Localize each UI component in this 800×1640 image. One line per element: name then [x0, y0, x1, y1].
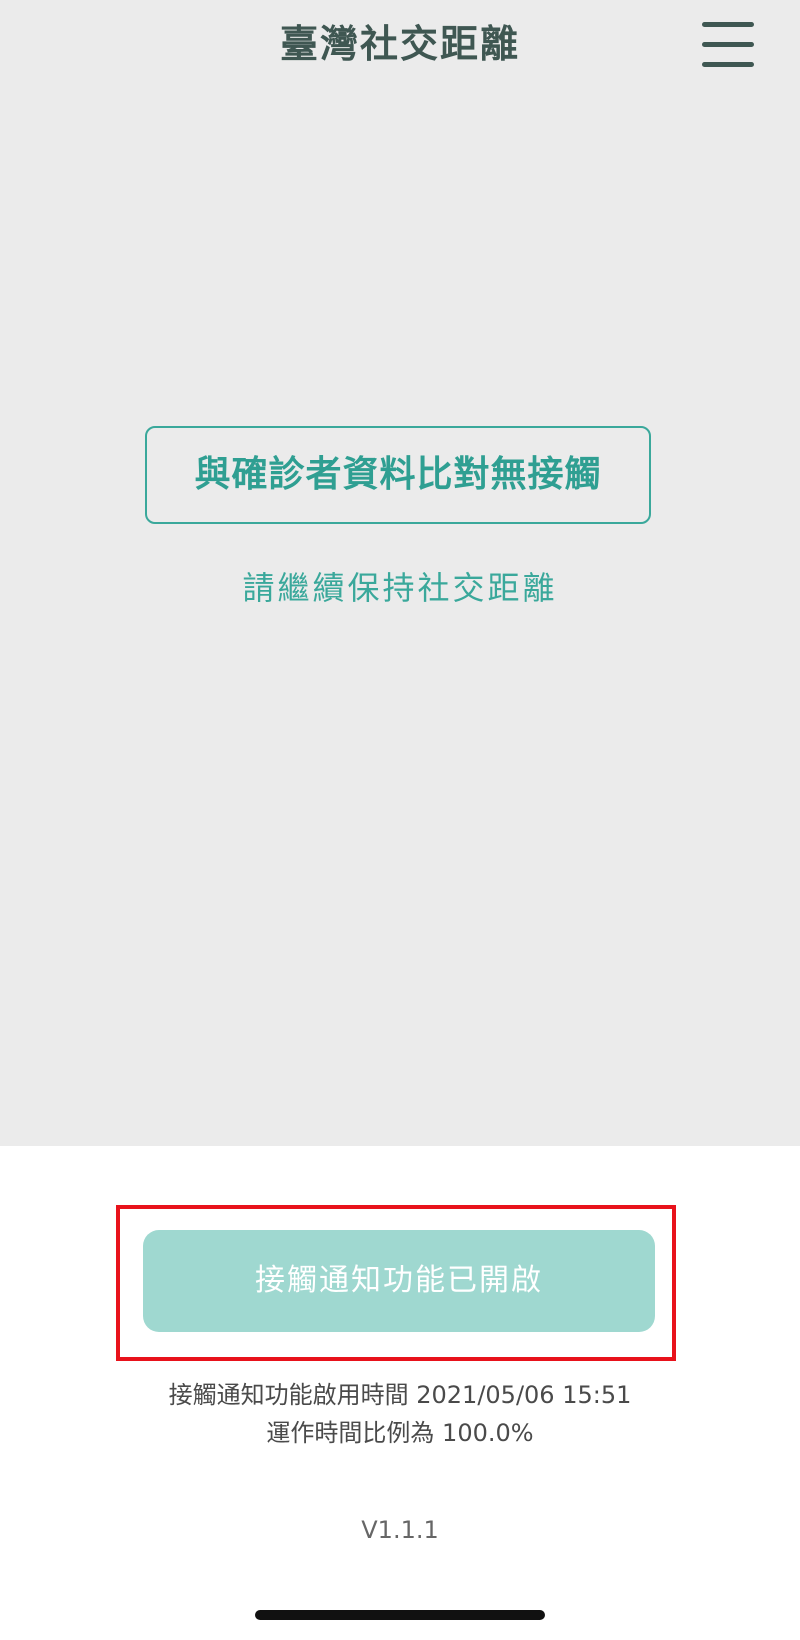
contact-notification-button[interactable]: 接觸通知功能已開啟 [143, 1230, 655, 1332]
contact-status-result: 與確診者資料比對無接觸 [145, 426, 651, 524]
app-title: 臺灣社交距離 [279, 22, 520, 66]
status-panel: 與確診者資料比對無接觸 請繼續保持社交距離 [0, 100, 800, 1146]
hamburger-menu-icon[interactable] [700, 18, 756, 70]
menu-bar-middle [702, 42, 754, 47]
notification-enabled-time: 接觸通知功能啟用時間 2021/05/06 15:51 [168, 1381, 632, 1409]
home-indicator[interactable] [255, 1610, 545, 1620]
menu-bar-top [702, 22, 754, 27]
uptime-ratio: 運作時間比例為 100.0% [266, 1419, 534, 1447]
social-distance-advice: 請繼續保持社交距離 [242, 569, 558, 607]
app-header: 臺灣社交距離 [0, 0, 800, 100]
app-version: V1.1.1 [361, 1516, 439, 1544]
menu-bar-bottom [702, 62, 754, 67]
